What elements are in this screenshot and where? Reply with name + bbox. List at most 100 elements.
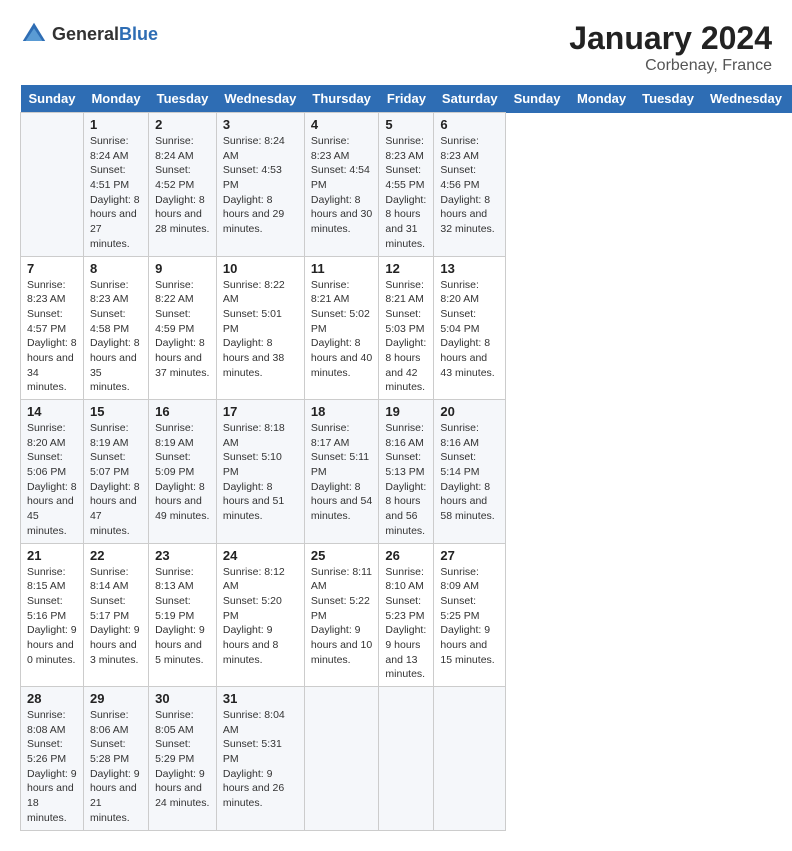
day-number: 24: [223, 548, 298, 563]
day-detail: Sunrise: 8:20 AMSunset: 5:04 PMDaylight:…: [440, 278, 499, 381]
logo-blue: Blue: [119, 24, 158, 44]
calendar-week-0: 1 Sunrise: 8:24 AMSunset: 4:51 PMDaylight…: [21, 113, 792, 257]
day-number: 27: [440, 548, 499, 563]
calendar-cell: 18 Sunrise: 8:17 AMSunset: 5:11 PMDayligh…: [304, 400, 379, 544]
calendar-cell: [304, 687, 379, 831]
day-detail: Sunrise: 8:11 AMSunset: 5:22 PMDaylight:…: [311, 565, 373, 668]
calendar-cell: 2 Sunrise: 8:24 AMSunset: 4:52 PMDaylight…: [149, 113, 217, 257]
day-number: 23: [155, 548, 210, 563]
day-detail: Sunrise: 8:15 AMSunset: 5:16 PMDaylight:…: [27, 565, 77, 668]
calendar-week-4: 28Sunrise: 8:08 AMSunset: 5:26 PMDayligh…: [21, 687, 792, 831]
calendar-cell: 26 Sunrise: 8:10 AMSunset: 5:23 PMDayligh…: [379, 543, 434, 687]
col-header-sunday: Sunday: [506, 85, 569, 113]
day-detail: Sunrise: 8:09 AMSunset: 5:25 PMDaylight:…: [440, 565, 499, 668]
calendar-week-2: 14 Sunrise: 8:20 AMSunset: 5:06 PMDayligh…: [21, 400, 792, 544]
header-monday: Monday: [83, 85, 148, 113]
header-friday: Friday: [379, 85, 434, 113]
day-detail: Sunrise: 8:24 AMSunset: 4:52 PMDaylight:…: [155, 134, 210, 237]
day-number: 2: [155, 117, 210, 132]
calendar-cell: 1 Sunrise: 8:24 AMSunset: 4:51 PMDaylight…: [83, 113, 148, 257]
logo-text: GeneralBlue: [52, 24, 158, 45]
col-header-wednesday: Wednesday: [702, 85, 790, 113]
day-number: 4: [311, 117, 373, 132]
calendar-cell: 11 Sunrise: 8:21 AMSunset: 5:02 PMDayligh…: [304, 256, 379, 400]
day-number: 31: [223, 691, 298, 706]
day-number: 21: [27, 548, 77, 563]
day-detail: Sunrise: 8:22 AMSunset: 4:59 PMDaylight:…: [155, 278, 210, 381]
day-detail: Sunrise: 8:24 AMSunset: 4:53 PMDaylight:…: [223, 134, 298, 237]
day-detail: Sunrise: 8:24 AMSunset: 4:51 PMDaylight:…: [90, 134, 142, 252]
header-sunday: Sunday: [21, 85, 84, 113]
calendar-cell: 8Sunrise: 8:23 AMSunset: 4:58 PMDaylight…: [83, 256, 148, 400]
day-number: 13: [440, 261, 499, 276]
day-detail: Sunrise: 8:19 AMSunset: 5:09 PMDaylight:…: [155, 421, 210, 524]
title-block: January 2024 Corbenay, France: [569, 20, 772, 75]
calendar-week-1: 7Sunrise: 8:23 AMSunset: 4:57 PMDaylight…: [21, 256, 792, 400]
day-detail: Sunrise: 8:19 AMSunset: 5:07 PMDaylight:…: [90, 421, 142, 539]
day-number: 10: [223, 261, 298, 276]
day-number: 14: [27, 404, 77, 419]
day-detail: Sunrise: 8:06 AMSunset: 5:28 PMDaylight:…: [90, 708, 142, 826]
logo: GeneralBlue: [20, 20, 158, 48]
calendar-cell: 6Sunrise: 8:23 AMSunset: 4:56 PMDaylight…: [434, 113, 506, 257]
day-number: 7: [27, 261, 77, 276]
calendar-cell: 30Sunrise: 8:05 AMSunset: 5:29 PMDayligh…: [149, 687, 217, 831]
day-detail: Sunrise: 8:14 AMSunset: 5:17 PMDaylight:…: [90, 565, 142, 668]
day-number: 12: [385, 261, 427, 276]
day-detail: Sunrise: 8:17 AMSunset: 5:11 PMDaylight:…: [311, 421, 373, 524]
header-thursday: Thursday: [304, 85, 379, 113]
day-number: 17: [223, 404, 298, 419]
col-header-monday: Monday: [569, 85, 634, 113]
day-detail: Sunrise: 8:23 AMSunset: 4:55 PMDaylight:…: [385, 134, 427, 252]
day-detail: Sunrise: 8:13 AMSunset: 5:19 PMDaylight:…: [155, 565, 210, 668]
day-detail: Sunrise: 8:10 AMSunset: 5:23 PMDaylight:…: [385, 565, 427, 683]
day-number: 9: [155, 261, 210, 276]
day-number: 18: [311, 404, 373, 419]
day-detail: Sunrise: 8:23 AMSunset: 4:56 PMDaylight:…: [440, 134, 499, 237]
calendar-cell: 24 Sunrise: 8:12 AMSunset: 5:20 PMDayligh…: [216, 543, 304, 687]
calendar-cell: 21 Sunrise: 8:15 AMSunset: 5:16 PMDayligh…: [21, 543, 84, 687]
calendar-cell: 12 Sunrise: 8:21 AMSunset: 5:03 PMDayligh…: [379, 256, 434, 400]
day-detail: Sunrise: 8:20 AMSunset: 5:06 PMDaylight:…: [27, 421, 77, 539]
day-detail: Sunrise: 8:05 AMSunset: 5:29 PMDaylight:…: [155, 708, 210, 811]
day-number: 22: [90, 548, 142, 563]
header-tuesday: Tuesday: [149, 85, 217, 113]
calendar-cell: 17 Sunrise: 8:18 AMSunset: 5:10 PMDayligh…: [216, 400, 304, 544]
day-number: 8: [90, 261, 142, 276]
calendar-cell: 14 Sunrise: 8:20 AMSunset: 5:06 PMDayligh…: [21, 400, 84, 544]
calendar-cell: 15Sunrise: 8:19 AMSunset: 5:07 PMDayligh…: [83, 400, 148, 544]
day-number: 26: [385, 548, 427, 563]
day-detail: Sunrise: 8:18 AMSunset: 5:10 PMDaylight:…: [223, 421, 298, 524]
calendar-cell: [379, 687, 434, 831]
calendar-cell: 23 Sunrise: 8:13 AMSunset: 5:19 PMDayligh…: [149, 543, 217, 687]
calendar-cell: 3 Sunrise: 8:24 AMSunset: 4:53 PMDaylight…: [216, 113, 304, 257]
header-wednesday: Wednesday: [216, 85, 304, 113]
calendar-cell: 19Sunrise: 8:16 AMSunset: 5:13 PMDayligh…: [379, 400, 434, 544]
day-number: 3: [223, 117, 298, 132]
day-number: 11: [311, 261, 373, 276]
day-detail: Sunrise: 8:21 AMSunset: 5:03 PMDaylight:…: [385, 278, 427, 396]
calendar-cell: 9 Sunrise: 8:22 AMSunset: 4:59 PMDaylight…: [149, 256, 217, 400]
calendar-cell: 25Sunrise: 8:11 AMSunset: 5:22 PMDayligh…: [304, 543, 379, 687]
calendar-table: SundayMondayTuesdayWednesdayThursdayFrid…: [20, 85, 792, 831]
calendar-cell: 22 Sunrise: 8:14 AMSunset: 5:17 PMDayligh…: [83, 543, 148, 687]
day-detail: Sunrise: 8:21 AMSunset: 5:02 PMDaylight:…: [311, 278, 373, 381]
calendar-cell: 10 Sunrise: 8:22 AMSunset: 5:01 PMDayligh…: [216, 256, 304, 400]
calendar-cell: 27 Sunrise: 8:09 AMSunset: 5:25 PMDayligh…: [434, 543, 506, 687]
header-saturday: Saturday: [434, 85, 506, 113]
calendar-cell: 5Sunrise: 8:23 AMSunset: 4:55 PMDaylight…: [379, 113, 434, 257]
page-subtitle: Corbenay, France: [569, 57, 772, 75]
calendar-cell: 7Sunrise: 8:23 AMSunset: 4:57 PMDaylight…: [21, 256, 84, 400]
calendar-cell: [434, 687, 506, 831]
day-detail: Sunrise: 8:08 AMSunset: 5:26 PMDaylight:…: [27, 708, 77, 826]
calendar-cell: 20Sunrise: 8:16 AMSunset: 5:14 PMDayligh…: [434, 400, 506, 544]
day-number: 1: [90, 117, 142, 132]
calendar-cell: 28Sunrise: 8:08 AMSunset: 5:26 PMDayligh…: [21, 687, 84, 831]
calendar-cell: 4Sunrise: 8:23 AMSunset: 4:54 PMDaylight…: [304, 113, 379, 257]
page-title: January 2024: [569, 20, 772, 57]
logo-icon: [20, 20, 48, 48]
day-detail: Sunrise: 8:22 AMSunset: 5:01 PMDaylight:…: [223, 278, 298, 381]
calendar-header-row: SundayMondayTuesdayWednesdayThursdayFrid…: [21, 85, 792, 113]
day-detail: Sunrise: 8:04 AMSunset: 5:31 PMDaylight:…: [223, 708, 298, 811]
day-detail: Sunrise: 8:12 AMSunset: 5:20 PMDaylight:…: [223, 565, 298, 668]
